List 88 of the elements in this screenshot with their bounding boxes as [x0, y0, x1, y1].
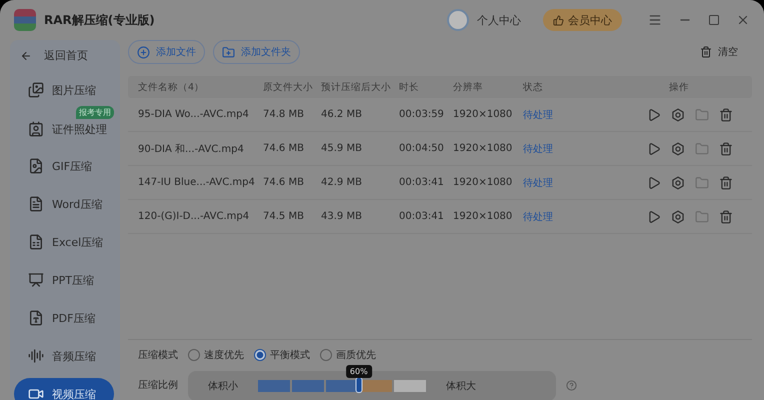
table-cell-text: 90-DIA 和...-AVC.mp4 — [138, 142, 245, 156]
play-icon[interactable] — [647, 210, 661, 224]
file-type-icon — [28, 310, 44, 326]
image-file-icon — [28, 158, 44, 174]
audio-wave-icon — [28, 348, 44, 364]
column-header: 时长 — [399, 80, 420, 94]
play-icon[interactable] — [647, 176, 661, 190]
play-icon[interactable] — [647, 142, 661, 156]
delete-icon[interactable] — [719, 108, 733, 122]
presentation-icon — [28, 272, 44, 288]
table-cell-text: 42.9 MB — [321, 177, 363, 188]
add-file-button[interactable]: 添加文件 — [128, 40, 205, 64]
sidebar-item[interactable]: 报考专用 证件照处理 — [14, 106, 114, 144]
table-cell-text: 00:04:50 — [399, 143, 445, 154]
status-text: 待处理 — [523, 108, 554, 122]
back-link[interactable]: 返回首页 — [10, 48, 120, 63]
table-cell-text: 1920×1080 — [453, 177, 514, 188]
column-header: 预计压缩后大小 — [321, 80, 392, 94]
app-logo-icon — [14, 9, 36, 31]
settings-icon[interactable] — [671, 176, 685, 190]
column-header: 分辨率 — [453, 80, 484, 94]
table-cell-text: 1920×1080 — [453, 109, 514, 120]
settings-icon[interactable] — [671, 108, 685, 122]
status-text: 待处理 — [523, 210, 554, 224]
add-folder-button[interactable]: 添加文件夹 — [213, 40, 300, 64]
table-cell-text: 74.8 MB — [263, 109, 305, 120]
mode-label: 压缩模式 — [138, 348, 178, 362]
sidebar-item[interactable]: 视频压缩 — [14, 378, 114, 400]
document-icon — [28, 196, 44, 212]
maximize-icon[interactable] — [708, 14, 720, 26]
images-icon — [28, 82, 44, 98]
spreadsheet-icon — [28, 234, 44, 250]
status-text: 待处理 — [523, 176, 554, 190]
mode-radio[interactable]: 速度优先 — [188, 348, 244, 362]
slider-tooltip: 60% — [346, 365, 372, 378]
table-cell-text: 46.2 MB — [321, 109, 363, 120]
radio-icon[interactable] — [320, 349, 332, 361]
table-cell-text: 00:03:59 — [399, 109, 445, 120]
sidebar-item[interactable]: GIF压缩 — [14, 150, 114, 182]
sidebar-item[interactable]: Excel压缩 — [14, 226, 114, 258]
sidebar-item[interactable]: PPT压缩 — [14, 264, 114, 296]
column-header: 操作 — [668, 80, 690, 94]
close-icon[interactable] — [736, 13, 750, 27]
sidebar-item[interactable]: PDF压缩 — [14, 302, 114, 334]
clear-button[interactable]: 清空 — [694, 44, 744, 60]
delete-icon[interactable] — [719, 210, 733, 224]
status-text: 待处理 — [523, 142, 554, 156]
ratio-label: 压缩比例 — [138, 378, 178, 392]
badge: 报考专用 — [76, 106, 114, 119]
trash-icon — [700, 46, 712, 58]
sidebar-item[interactable]: 图片压缩 — [14, 74, 114, 106]
table-cell-text: 74.5 MB — [263, 211, 305, 222]
large-label: 体积大 — [446, 380, 476, 393]
table-cell-text: 74.6 MB — [263, 177, 305, 188]
table-cell-text: 1920×1080 — [453, 143, 514, 154]
user-center-link[interactable]: 个人中心 — [477, 12, 521, 28]
play-icon[interactable] — [647, 108, 661, 122]
column-header: 原文件大小 — [263, 80, 314, 94]
sidebar-item[interactable]: Word压缩 — [14, 188, 114, 220]
table-cell-text: 120-(G)I-D...-AVC.mp4 — [138, 211, 250, 222]
thumbs-up-icon — [553, 14, 564, 26]
window-title: RAR解压缩(专业版) — [44, 12, 156, 28]
mode-radio[interactable]: 平衡模式 — [254, 348, 310, 362]
back-arrow-icon — [20, 50, 32, 62]
vip-button[interactable]: 会员中心 — [543, 9, 622, 31]
table-cell-text: 147-IU Blue...-AVC.mp4 — [138, 177, 256, 188]
delete-icon[interactable] — [719, 176, 733, 190]
settings-icon[interactable] — [671, 142, 685, 156]
delete-icon[interactable] — [719, 142, 733, 156]
table-cell-text: 1920×1080 — [453, 211, 514, 222]
table-cell-text: 43.9 MB — [321, 211, 363, 222]
radio-icon[interactable] — [254, 349, 266, 361]
table-cell-text: 45.9 MB — [321, 143, 363, 154]
table-cell-text: 00:03:41 — [399, 177, 445, 188]
settings-icon[interactable] — [671, 210, 685, 224]
table-cell-text: 00:03:41 — [399, 211, 445, 222]
small-label: 体积小 — [208, 380, 238, 393]
id-card-icon — [28, 121, 44, 137]
column-header: 状态 — [523, 80, 544, 94]
folder-plus-icon — [222, 46, 235, 58]
radio-icon[interactable] — [188, 349, 200, 361]
menu-icon[interactable] — [648, 13, 662, 27]
table-cell-text: 95-DIA Wo...-AVC.mp4 — [138, 109, 250, 120]
table-cell-text: 74.6 MB — [263, 143, 305, 154]
sidebar-item[interactable]: 音频压缩 — [14, 340, 114, 372]
add-icon — [137, 46, 150, 58]
mode-radio[interactable]: 画质优先 — [320, 348, 376, 362]
column-header: 文件名称（4） — [138, 80, 206, 94]
